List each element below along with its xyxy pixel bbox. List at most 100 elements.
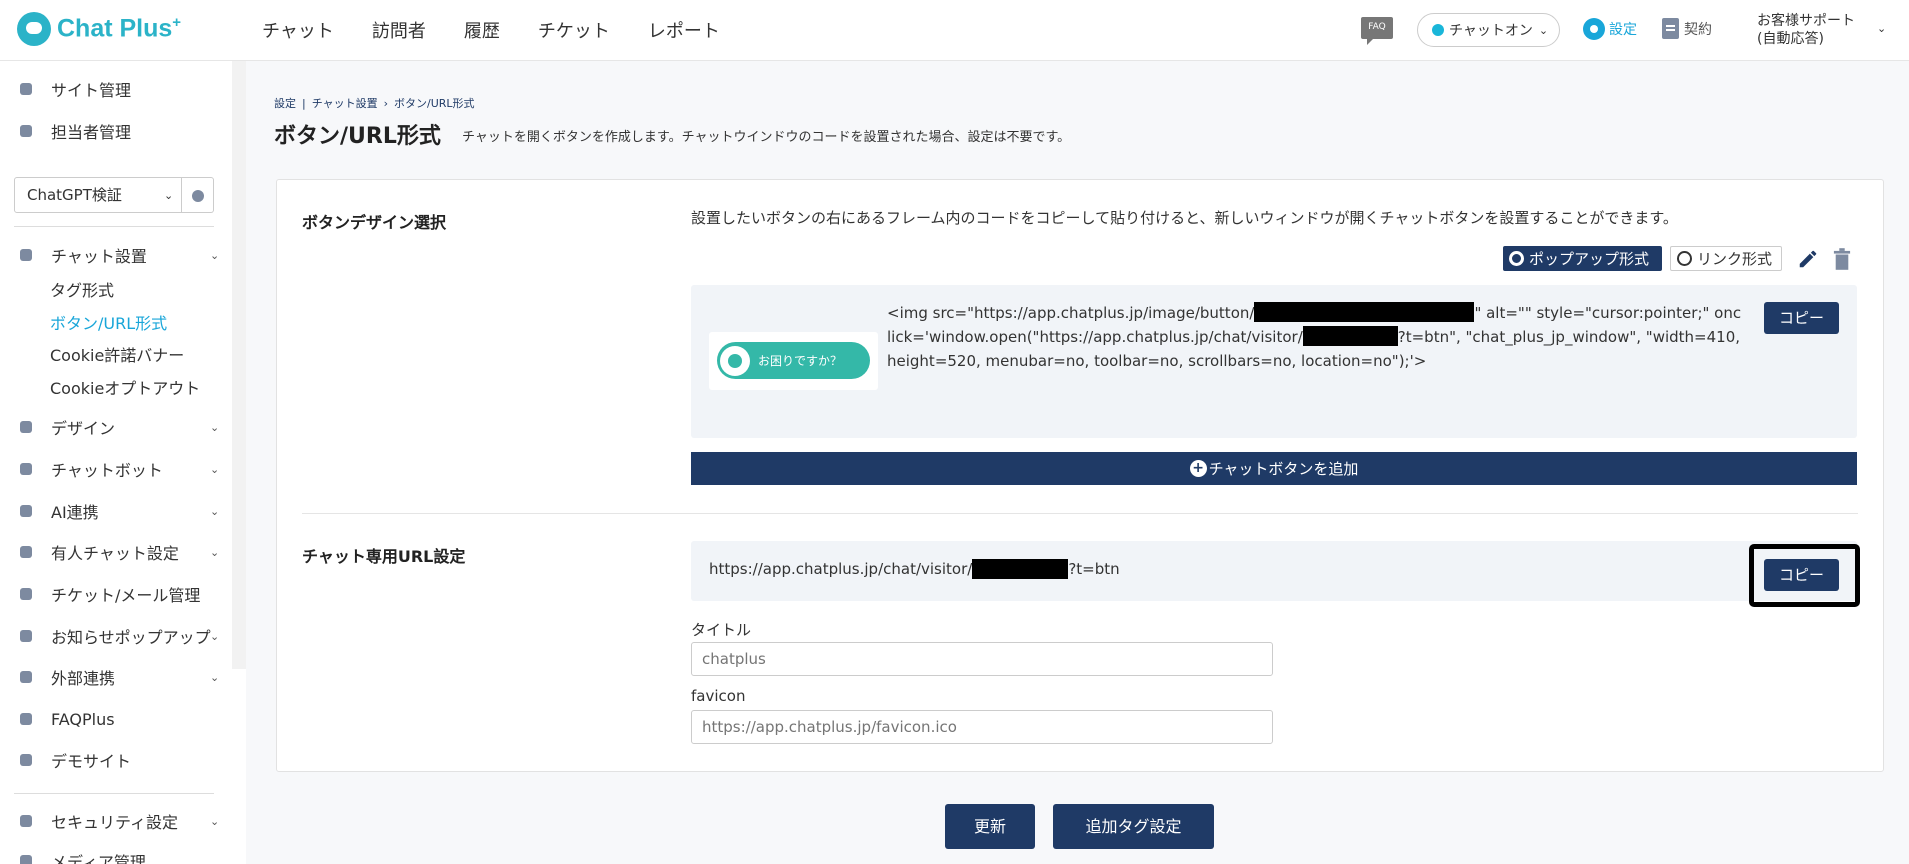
- radio-popup-label: ポップアップ形式: [1529, 250, 1650, 268]
- sidebar-item-label: サイト管理: [51, 81, 132, 100]
- support-menu[interactable]: お客様サポート (自動応答): [1757, 12, 1855, 48]
- url-part: https://app.chatplus.jp/chat/visitor/: [709, 560, 973, 578]
- sidebar-item-design[interactable]: デザイン ⌄: [0, 412, 232, 442]
- gear-icon: [192, 190, 204, 202]
- chevron-down-icon: ⌄: [210, 420, 220, 434]
- nav-tickets[interactable]: チケット: [538, 17, 610, 43]
- settings-label: 設定: [1609, 22, 1637, 38]
- status-dot-icon: [1432, 24, 1444, 36]
- support-line2: (自動応答): [1757, 31, 1824, 47]
- sidebar-sub-cookie-optout[interactable]: Cookieオプトアウト: [50, 375, 200, 399]
- gear-icon: [20, 83, 32, 95]
- trash-icon[interactable]: [1833, 248, 1851, 270]
- users-icon: [20, 125, 32, 137]
- plus-icon: +: [1189, 460, 1207, 477]
- sidebar-item-label: 外部連携: [51, 669, 116, 688]
- chevron-down-icon: ⌄: [210, 248, 220, 262]
- sidebar-sub-tag[interactable]: タグ形式: [50, 277, 114, 301]
- sidebar-item-manned-chat[interactable]: 有人チャット設定 ⌄: [0, 537, 232, 567]
- sidebar-item-label: FAQPlus: [51, 709, 115, 729]
- chevron-down-icon: ⌄: [164, 189, 174, 202]
- nav-history[interactable]: 履歴: [464, 17, 500, 43]
- image-icon: [20, 855, 32, 864]
- chat-status-dropdown[interactable]: チャットオン ⌄: [1417, 13, 1560, 47]
- code-part: <img src="https://app.chatplus.jp/image/…: [887, 304, 1255, 322]
- chat-bubble-icon: [17, 12, 51, 46]
- sidebar-item-label: チケット/メール管理: [51, 586, 201, 605]
- nav-reports[interactable]: レポート: [648, 17, 720, 43]
- sidebar-item-label: 担当者管理: [51, 123, 132, 142]
- sidebar-divider: [14, 226, 214, 227]
- sidebar-item-faqplus[interactable]: FAQPlus: [0, 704, 232, 734]
- additional-tag-settings-button[interactable]: 追加タグ設定: [1053, 804, 1214, 849]
- title-input[interactable]: [691, 642, 1273, 676]
- sidebar-item-staff-mgmt[interactable]: 担当者管理: [0, 116, 232, 146]
- redacted-block: [1302, 326, 1398, 346]
- faq-icon[interactable]: FAQ: [1361, 17, 1393, 45]
- sidebar-item-ticket-mail[interactable]: チケット/メール管理: [0, 579, 232, 609]
- sidebar-item-label: セキュリティ設定: [51, 813, 179, 832]
- sidebar-item-external[interactable]: 外部連携 ⌄: [0, 662, 232, 692]
- sidebar-item-security[interactable]: セキュリティ設定 ⌄: [0, 806, 232, 836]
- sidebar-item-label: デザイン: [51, 419, 116, 438]
- sidebar-item-chatbot[interactable]: チャットボット ⌄: [0, 454, 232, 484]
- headset-icon: [20, 546, 32, 558]
- chevron-down-icon: ⌄: [210, 545, 220, 559]
- breadcrumb-settings[interactable]: 設定: [274, 95, 296, 111]
- sidebar-scrollbar[interactable]: [232, 61, 246, 669]
- settings-link[interactable]: 設定: [1583, 18, 1637, 40]
- copy-code-button[interactable]: コピー: [1764, 302, 1839, 334]
- pencil-icon[interactable]: [1797, 248, 1819, 270]
- sidebar-item-label: 有人チャット設定: [51, 544, 179, 563]
- ai-icon: [20, 505, 32, 517]
- chevron-down-icon: ⌄: [1538, 23, 1549, 37]
- chat-url[interactable]: https://app.chatplus.jp/chat/visitor/ ?t=…: [709, 559, 1120, 579]
- chat-icon: [20, 463, 32, 475]
- update-button[interactable]: 更新: [945, 804, 1035, 849]
- sidebar-item-label: チャットボット: [51, 461, 163, 480]
- radio-link[interactable]: リンク形式: [1670, 246, 1782, 271]
- sidebar-item-label: メディア管理: [51, 853, 146, 864]
- breadcrumb-chat-settings[interactable]: チャット設置: [312, 95, 378, 111]
- url-part: ?t=btn: [1068, 560, 1120, 578]
- tools-icon: [20, 249, 32, 261]
- sidebar-item-media[interactable]: メディア管理: [0, 846, 232, 864]
- site-settings-button[interactable]: [182, 177, 214, 213]
- support-line1: お客様サポート: [1757, 13, 1855, 29]
- radio-unchecked-icon: [1677, 251, 1692, 266]
- chevron-down-icon: ⌄: [210, 462, 220, 476]
- sidebar-item-ai[interactable]: AI連携 ⌄: [0, 496, 232, 526]
- preview-pill: お困りですか？: [717, 342, 870, 379]
- gear-icon: [720, 345, 750, 376]
- breadcrumb-current: ボタン/URL形式: [394, 97, 475, 110]
- breadcrumb: 設定 | チャット設置 › ボタン/URL形式: [274, 95, 481, 111]
- chat-button-preview: お困りですか？: [709, 332, 878, 390]
- chat-url-label: チャット専用URL設定: [302, 547, 466, 566]
- embed-code[interactable]: <img src="https://app.chatplus.jp/image/…: [887, 301, 1742, 373]
- nav-chat[interactable]: チャット: [262, 17, 334, 43]
- chat-status-label: チャットオン: [1449, 23, 1533, 39]
- sidebar-item-notice-popup[interactable]: お知らせポップアップ ⌄: [0, 621, 232, 651]
- logo[interactable]: Chat Plus+: [17, 12, 181, 46]
- top-nav: チャット 訪問者 履歴 チケット レポート: [262, 0, 758, 60]
- share-icon: [20, 671, 32, 683]
- sidebar-item-site-mgmt[interactable]: サイト管理: [0, 74, 232, 104]
- button-design-label: ボタンデザイン選択: [302, 213, 447, 232]
- sidebar-item-demo[interactable]: デモサイト: [0, 745, 232, 775]
- sidebar-item-chat-settings[interactable]: チャット設置 ⌄: [0, 240, 232, 270]
- nav-visitors[interactable]: 訪問者: [372, 17, 426, 43]
- radio-popup[interactable]: ポップアップ形式: [1503, 246, 1662, 271]
- sidebar-sub-button-url[interactable]: ボタン/URL形式: [50, 310, 167, 334]
- favicon-label: favicon: [691, 687, 746, 705]
- lock-icon: [20, 815, 32, 827]
- contract-link[interactable]: 契約: [1662, 18, 1712, 39]
- add-chat-button[interactable]: + チャットボタンを追加: [691, 452, 1857, 485]
- sidebar-sub-cookie-banner[interactable]: Cookie許諾バナー: [50, 342, 184, 366]
- site-select[interactable]: ChatGPT検証: [14, 177, 182, 213]
- breadcrumb-chevron: ›: [383, 96, 389, 110]
- sidebar-divider: [14, 793, 214, 794]
- chevron-down-icon: ⌄: [1877, 22, 1887, 35]
- chevron-down-icon: ⌄: [210, 504, 220, 518]
- page-title: ボタン/URL形式: [274, 124, 441, 149]
- favicon-input[interactable]: [691, 710, 1273, 744]
